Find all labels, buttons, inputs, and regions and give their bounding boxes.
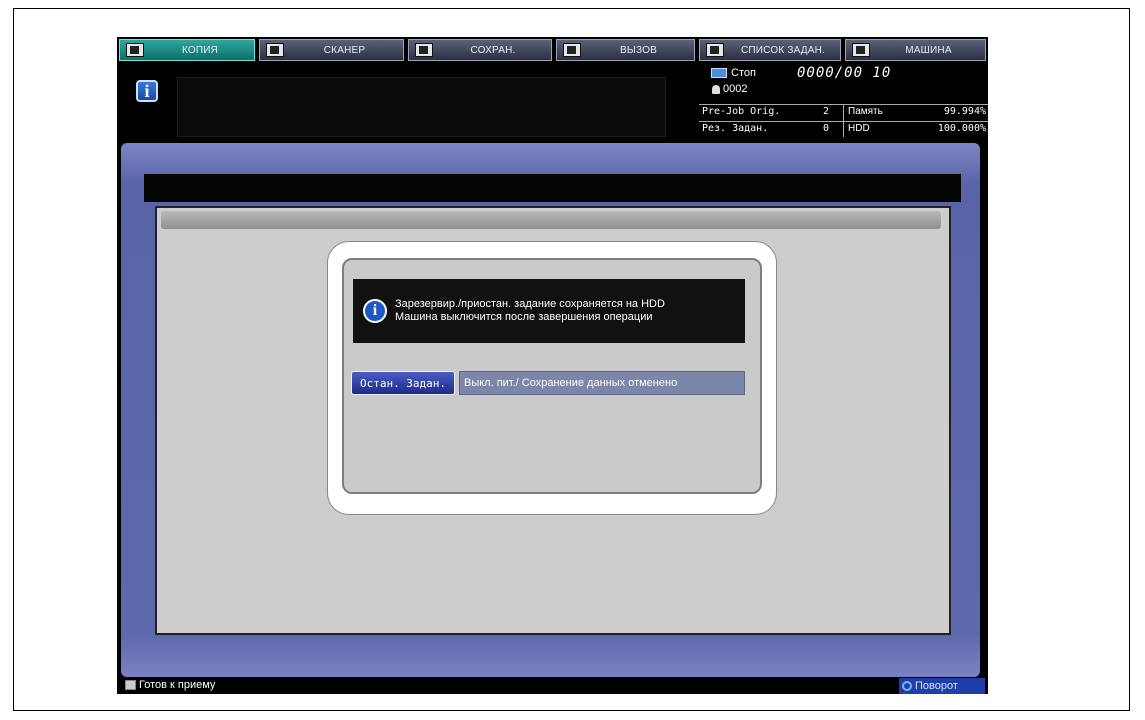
stop-job-button[interactable]: Остан. Задан. [351, 371, 455, 395]
reserved-value: 0 [823, 123, 830, 134]
dialog-message: i Зарезервир./приостан. задание сохраняе… [353, 279, 745, 343]
recall-icon [563, 43, 581, 57]
tab-job-list[interactable]: СПИСОК ЗАДАН. [699, 39, 841, 61]
prejob-value: 2 [823, 106, 830, 117]
save-icon [415, 43, 433, 57]
stop-job-note: Выкл. пит./ Сохранение данных отменено [459, 371, 745, 395]
machine-state: Стоп [711, 67, 756, 79]
tab-copy[interactable]: КОПИЯ [119, 39, 255, 61]
tab-save[interactable]: СОХРАН. [408, 39, 552, 61]
content-panel: i Зарезервир./приостан. задание сохраняе… [155, 206, 951, 635]
tab-machine[interactable]: МАШИНА [845, 39, 986, 61]
printer-icon [125, 680, 136, 690]
rotate-button[interactable]: Поворот [899, 678, 985, 694]
message-area [177, 77, 666, 137]
shutdown-dialog: i Зарезервир./приостан. задание сохраняе… [327, 241, 777, 515]
panel-header [161, 211, 941, 229]
hdd-label: HDD [848, 123, 870, 134]
hdd-value: 100.000% [937, 123, 986, 134]
machine-status-icon [711, 68, 727, 78]
info-circle-icon: i [363, 299, 387, 323]
memory-label: Память [848, 106, 883, 117]
memory-value: 99.994% [943, 106, 986, 117]
status-panel: Стоп 0000/00 10 0002 Pre-Job Orig. 2 Пам… [699, 64, 988, 137]
status-row-1: Pre-Job Orig. 2 Память 99.994% [699, 105, 988, 120]
control-panel-screen: КОПИЯ СКАНЕР СОХРАН. ВЫЗОВ СПИСОК ЗАДАН.… [117, 37, 988, 694]
dialog-line-1: Зарезервир./приостан. задание сохраняетс… [395, 298, 665, 310]
tab-bar: КОПИЯ СКАНЕР СОХРАН. ВЫЗОВ СПИСОК ЗАДАН.… [117, 37, 988, 63]
dialog-line-2: Машина выключится после завершения опера… [395, 311, 653, 323]
tab-scanner[interactable]: СКАНЕР [259, 39, 404, 61]
main-area: i Зарезервир./приостан. задание сохраняе… [121, 143, 980, 677]
reserved-label: Рез. Задан. [702, 123, 769, 134]
copy-icon [126, 43, 144, 57]
ready-status: Готов к приему [125, 679, 215, 691]
machine-icon [852, 43, 870, 57]
info-icon[interactable]: i [136, 80, 158, 102]
dialog-body: i Зарезервир./приостан. задание сохраняе… [342, 258, 762, 494]
user-icon [712, 84, 720, 94]
scanner-icon [266, 43, 284, 57]
copy-counter: 0000/00 10 [797, 65, 892, 81]
title-bar [144, 174, 961, 202]
prejob-label: Pre-Job Orig. [702, 106, 781, 117]
status-grid: Pre-Job Orig. 2 Память 99.994% Рез. Зада… [699, 104, 988, 137]
rotate-icon [902, 681, 912, 691]
tab-recall[interactable]: ВЫЗОВ [556, 39, 695, 61]
user-id: 0002 [712, 83, 747, 95]
job-list-icon [706, 43, 724, 57]
footer-bar: Готов к приему Поворот [117, 677, 988, 694]
status-row-2: Рез. Задан. 0 HDD 100.000% [699, 121, 988, 137]
dialog-text: Зарезервир./приостан. задание сохраняетс… [395, 298, 665, 324]
